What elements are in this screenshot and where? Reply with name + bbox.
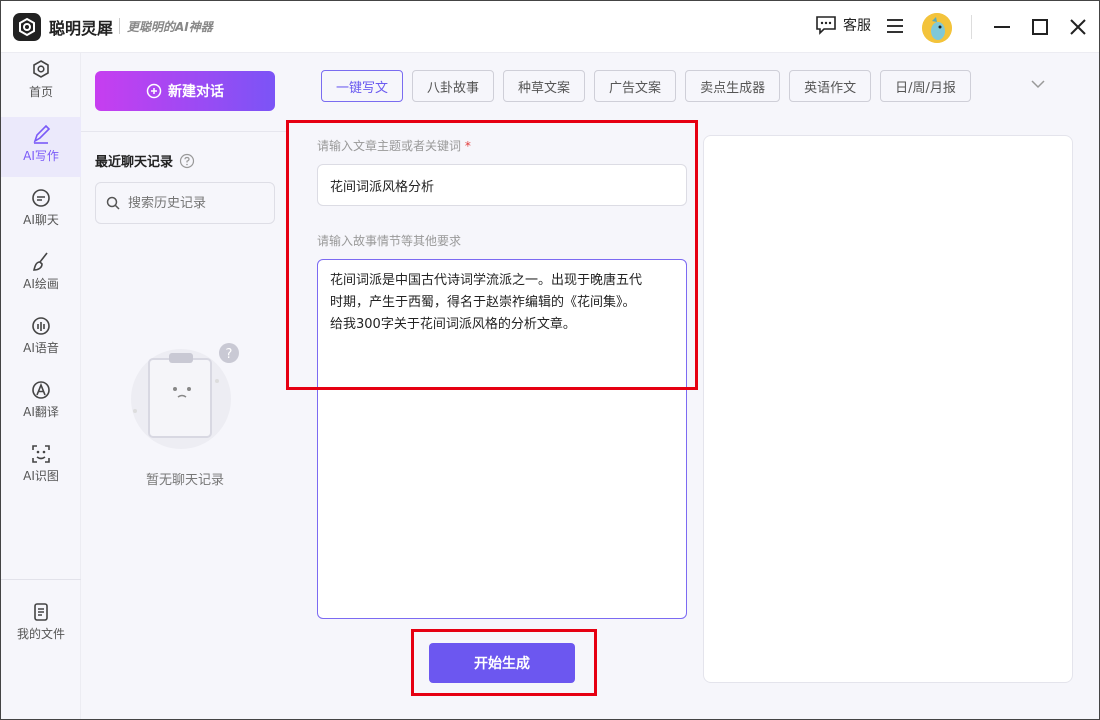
nav-item-ai-writing[interactable]: AI写作	[1, 117, 81, 177]
maximize-icon[interactable]	[1029, 16, 1051, 38]
image-recognize-icon	[32, 445, 50, 463]
sidebar-separator	[81, 131, 289, 132]
nav-item-ai-chat[interactable]: AI聊天	[1, 181, 81, 241]
nav-item-ai-voice[interactable]: AI语音	[1, 309, 81, 369]
empty-clipboard-illustration: ?	[131, 341, 243, 453]
app-logo-icon	[13, 13, 41, 41]
customer-service-button[interactable]: 客服	[815, 15, 871, 35]
nav-item-label: AI绘画	[23, 277, 59, 291]
file-icon	[34, 603, 48, 621]
title-bar-separator	[971, 15, 972, 39]
tab-ad-copy[interactable]: 广告文案	[594, 70, 677, 102]
voice-icon	[32, 317, 50, 335]
nav-item-label: AI聊天	[23, 213, 59, 227]
home-icon	[33, 60, 49, 78]
search-icon	[106, 196, 120, 210]
chat-icon	[32, 189, 50, 207]
empty-history-text: 暂无聊天记录	[145, 473, 224, 488]
avatar[interactable]	[922, 13, 952, 43]
plus-circle-icon	[146, 83, 162, 99]
nav-item-home[interactable]: 首页	[1, 53, 81, 113]
close-icon[interactable]	[1067, 16, 1089, 38]
chevron-down-icon[interactable]	[1031, 79, 1045, 89]
nav-separator	[1, 579, 81, 580]
new-chat-button[interactable]: 新建对话	[95, 71, 275, 111]
nav-item-ai-translate[interactable]: AI翻译	[1, 373, 81, 433]
new-chat-label: 新建对话	[168, 83, 224, 99]
nav-item-label: 首页	[28, 85, 53, 99]
tab-one-click-article[interactable]: 一键写文	[321, 70, 404, 102]
history-search-input[interactable]	[128, 195, 258, 211]
nav-item-ai-image-recognition[interactable]: AI识图	[1, 437, 81, 497]
app-slogan: 更聪明的AI神器	[127, 20, 213, 34]
menu-icon[interactable]	[886, 18, 904, 34]
output-panel	[703, 135, 1073, 683]
nav-item-label: AI语音	[23, 341, 59, 355]
recent-chats-title: 最近聊天记录	[95, 155, 174, 170]
generate-button-highlight-box	[411, 629, 597, 696]
chat-history-sidebar: 新建对话 最近聊天记录 ? 暂无聊天记录	[81, 53, 289, 719]
chat-bubble-icon	[816, 16, 836, 35]
nav-item-label: AI识图	[23, 469, 59, 483]
nav-item-label: AI翻译	[23, 405, 59, 419]
nav-item-label: AI写作	[23, 149, 59, 163]
customer-service-label: 客服	[843, 18, 871, 34]
pen-icon	[33, 124, 51, 144]
tab-product-recommend-copy[interactable]: 种草文案	[503, 70, 586, 102]
app-window: 聪明灵犀 更聪明的AI神器 客服 首页 AI写作 AI聊天 AI绘画 AI语音 …	[0, 0, 1100, 720]
title-bar: 聪明灵犀 更聪明的AI神器 客服	[1, 1, 1099, 53]
svg-text:?: ?	[226, 347, 233, 362]
writing-type-tabs: 一键写文 八卦故事 种草文案 广告文案 卖点生成器 英语作文 日/周/月报	[321, 70, 971, 102]
app-name: 聪明灵犀	[49, 19, 114, 38]
nav-item-ai-painting[interactable]: AI绘画	[1, 245, 81, 305]
brush-icon	[32, 252, 48, 271]
help-icon[interactable]	[179, 153, 195, 169]
recent-chats-heading: 最近聊天记录	[95, 151, 195, 170]
tab-selling-point-generator[interactable]: 卖点生成器	[685, 70, 781, 102]
minimize-icon[interactable]	[991, 16, 1013, 38]
tab-english-essay[interactable]: 英语作文	[789, 70, 872, 102]
nav-item-label: 我的文件	[16, 627, 65, 641]
history-search-box[interactable]	[95, 182, 275, 224]
title-divider	[119, 18, 120, 34]
translate-icon	[32, 381, 50, 399]
tab-gossip-story[interactable]: 八卦故事	[412, 70, 495, 102]
input-fields-highlight-box	[286, 120, 698, 390]
nav-item-my-files[interactable]: 我的文件	[1, 595, 81, 655]
tab-daily-weekly-monthly-report[interactable]: 日/周/月报	[880, 70, 971, 102]
main-nav: 首页 AI写作 AI聊天 AI绘画 AI语音 AI翻译 AI识图 我的文件	[1, 53, 81, 719]
